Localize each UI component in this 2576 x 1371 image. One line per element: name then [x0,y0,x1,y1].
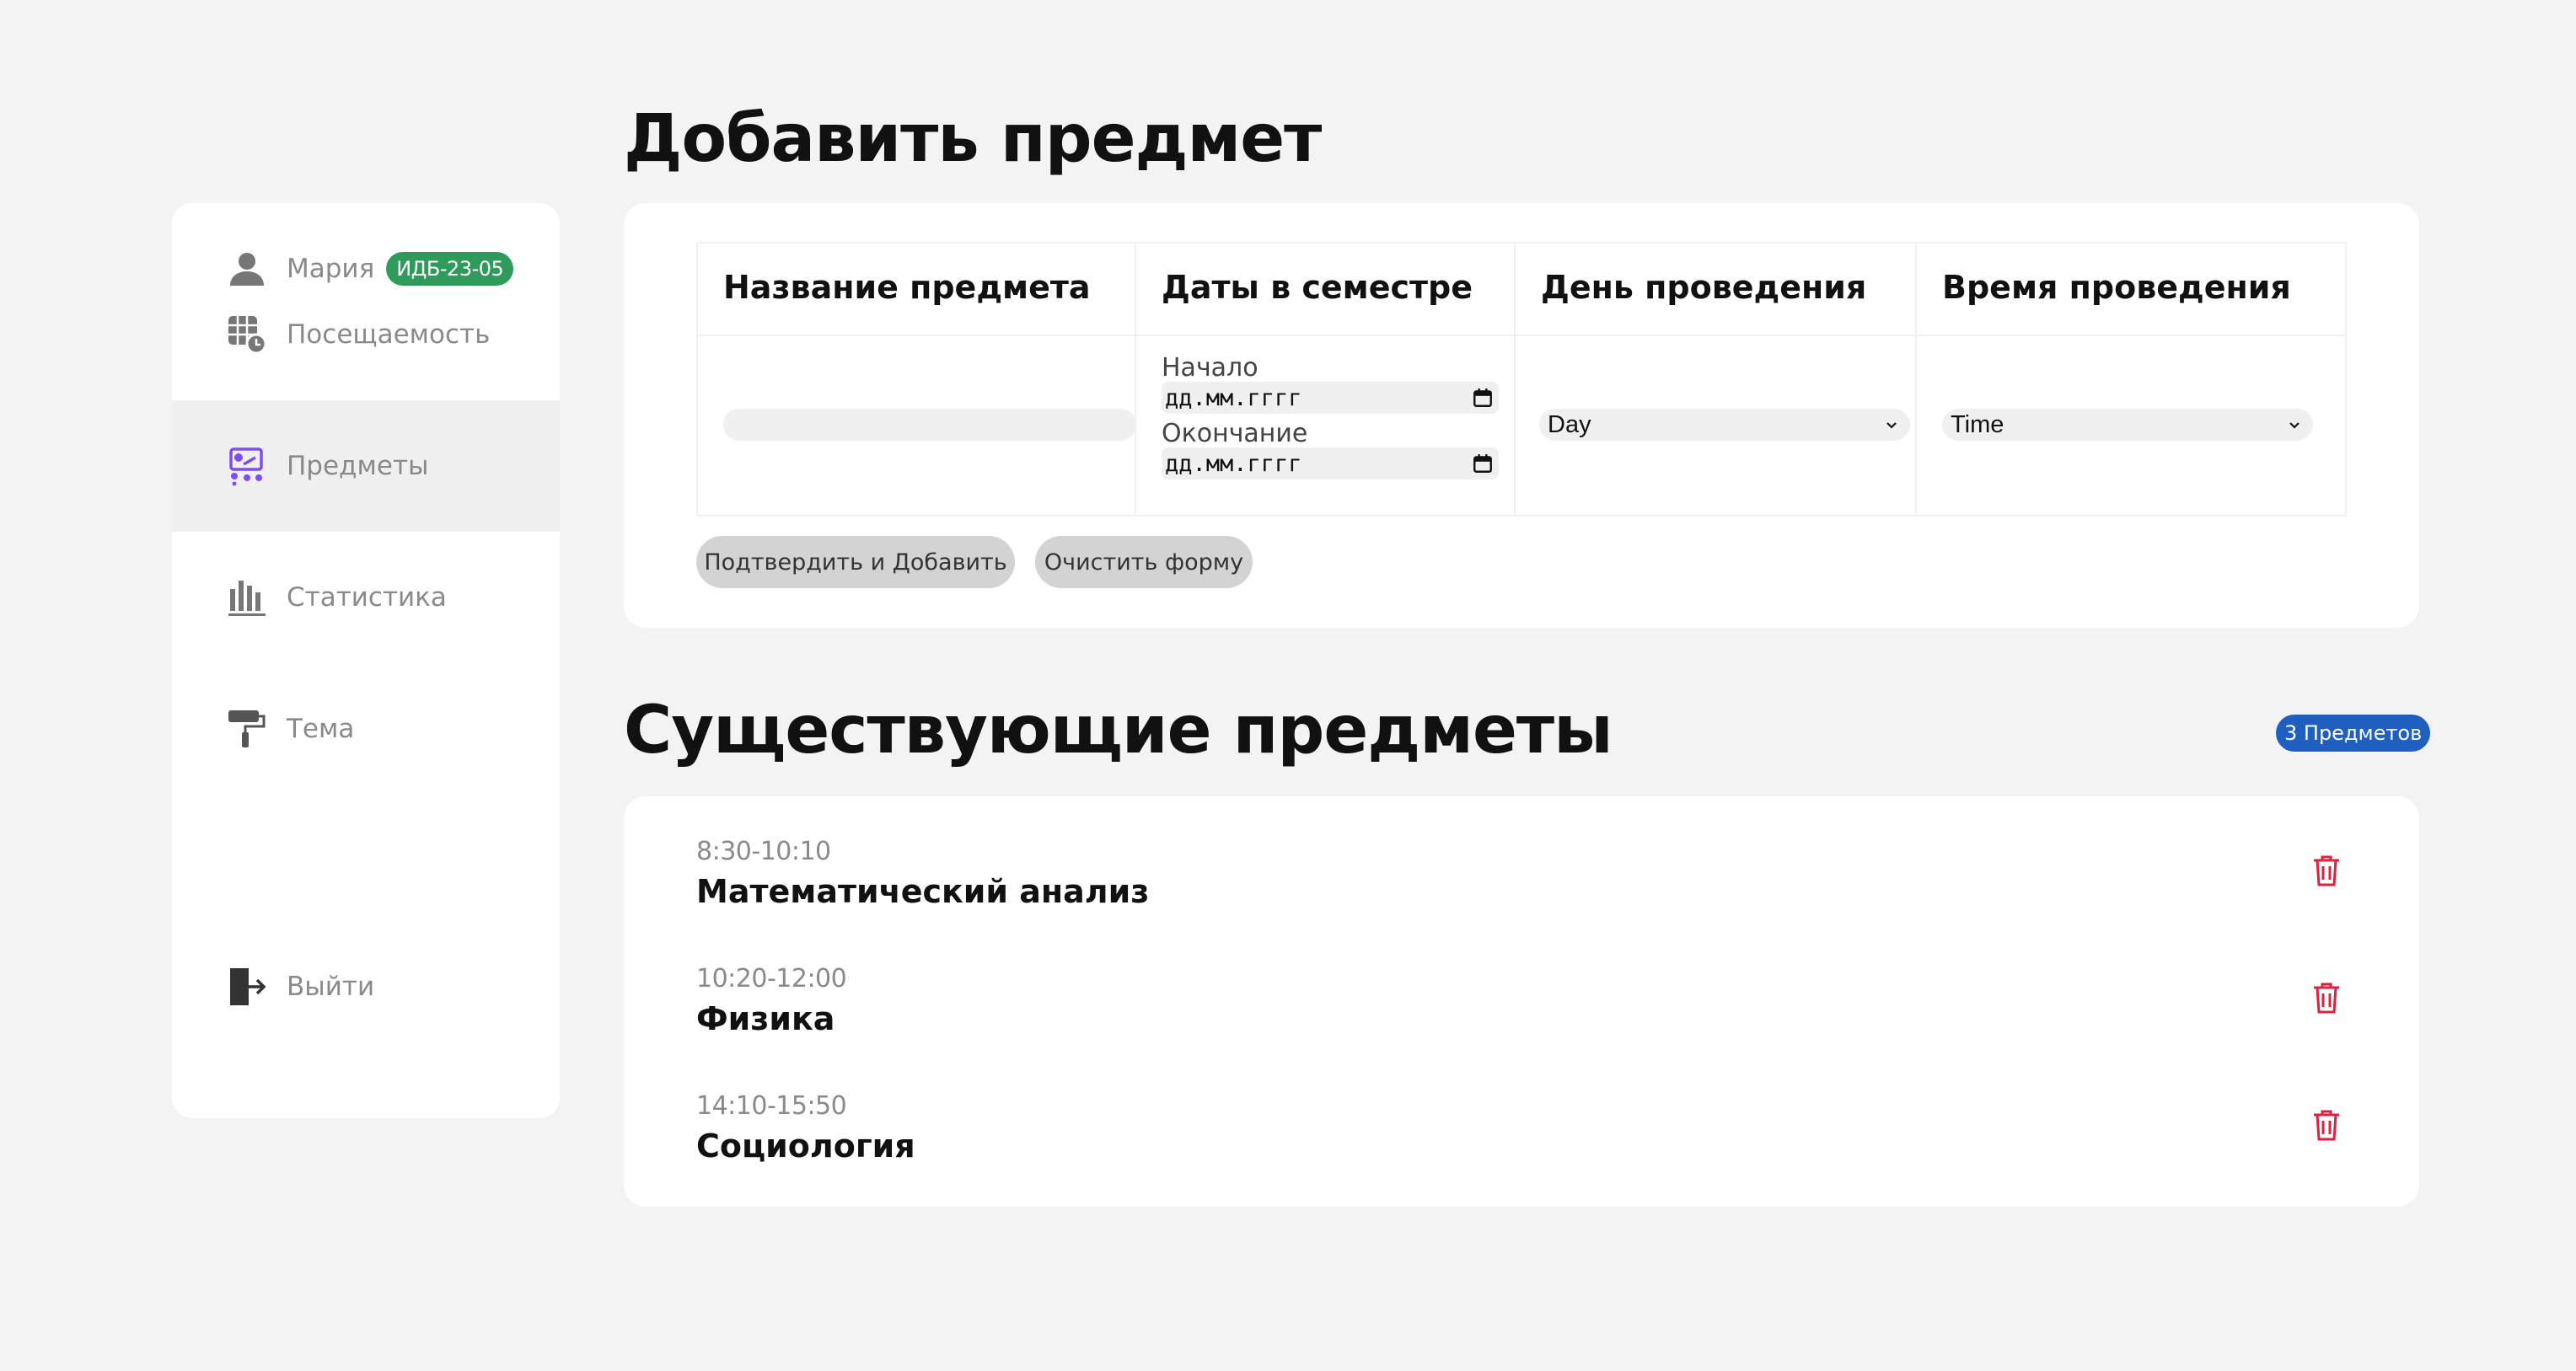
subject-time: 8:30-10:10 [696,837,831,866]
subjects-list: 8:30-10:10 Математический анализ 10:20-1… [624,796,2419,1207]
sidebar-item-label: Статистика [287,582,447,613]
column-header-dates: Даты в семестре [1162,269,1473,306]
calendar-icon[interactable] [1472,453,1494,474]
subject-name: Математический анализ [696,873,1150,910]
column-day: День проведения Day [1514,242,1917,517]
column-time: Время проведения Time [1915,242,2347,517]
column-header-time: Время проведения [1942,269,2291,306]
clear-form-button[interactable]: Очистить форму [1035,536,1253,588]
start-date-value: дд.мм.гггг [1165,384,1302,411]
sidebar-item-label: Тема [287,714,355,744]
chevron-down-icon [1886,422,1897,429]
end-date-input[interactable]: дд.мм.гггг [1162,447,1499,479]
delete-subject-button[interactable] [2310,1108,2343,1142]
column-dates: Даты в семестре Начало дд.мм.гггг Оконча… [1135,242,1516,517]
trash-icon [2314,983,2339,1014]
logout-label: Выйти [287,972,375,1002]
trash-icon [2314,855,2339,886]
subject-name: Социология [696,1127,915,1165]
delete-subject-button[interactable] [2310,981,2343,1015]
day-select[interactable]: Day [1539,409,1910,441]
subject-name-input[interactable] [723,409,1136,441]
existing-subjects-title: Существующие предметы [624,693,1613,769]
sidebar: Мария ИДБ-23-05 Посещаемость Предметы Ст… [172,203,560,1118]
subject-name: Физика [696,1000,835,1037]
time-select[interactable]: Time [1942,409,2313,441]
confirm-add-button[interactable]: Подтвердить и Добавить [696,536,1015,588]
subject-time: 10:20-12:00 [696,964,847,993]
column-header-day: День проведения [1541,269,1867,306]
paint-roller-icon [226,708,268,750]
add-subject-form: Название предмета Даты в семестре Начало… [624,203,2419,628]
sidebar-item-attendance[interactable]: Посещаемость [172,269,560,400]
start-date-input[interactable]: дд.мм.гггг [1162,382,1499,414]
delete-subject-button[interactable] [2310,854,2343,887]
list-item: 10:20-12:00 Физика [696,964,2298,1037]
add-subject-title: Добавить предмет [624,101,1322,177]
subject-time: 14:10-15:50 [696,1091,847,1121]
logout-icon [226,966,268,1008]
subjects-count-badge: 3 Предметов [2276,715,2431,752]
sidebar-item-label: Предметы [287,451,429,481]
subjects-presentation-icon [226,445,268,487]
time-select-value: Time [1951,410,2004,438]
table-header-divider [696,335,2347,336]
sidebar-item-label: Посещаемость [287,319,491,350]
sidebar-item-subjects[interactable]: Предметы [172,400,560,532]
chevron-down-icon [2289,422,2300,429]
logout-button[interactable]: Выйти [172,921,560,1052]
end-date-value: дд.мм.гггг [1165,450,1302,477]
column-name: Название предмета [696,242,1136,517]
attendance-calendar-icon [226,313,268,356]
column-header-name: Название предмета [723,269,1091,306]
end-date-label: Окончание [1162,419,1308,448]
add-subject-table: Название предмета Даты в семестре Начало… [696,242,2347,722]
start-date-label: Начало [1162,353,1258,383]
trash-icon [2314,1110,2339,1141]
sidebar-item-statistics[interactable]: Статистика [172,532,560,663]
list-item: 14:10-15:50 Социология [696,1091,2298,1165]
list-item: 8:30-10:10 Математический анализ [696,837,2298,910]
bar-chart-icon [226,576,268,619]
calendar-icon[interactable] [1472,387,1494,409]
day-select-value: Day [1548,410,1591,438]
sidebar-item-theme[interactable]: Тема [172,663,560,795]
